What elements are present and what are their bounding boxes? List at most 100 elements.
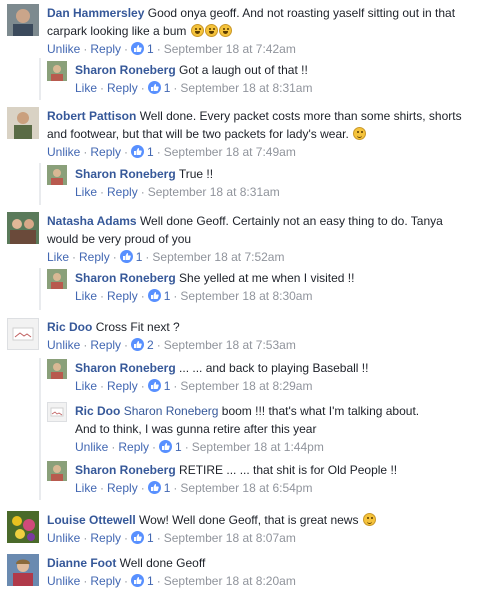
comment-text: Wow! Well done Geoff, that is great news bbox=[139, 513, 359, 527]
like-count[interactable]: 1 bbox=[175, 440, 182, 454]
unlike-link[interactable]: Like bbox=[47, 250, 69, 264]
unlike-link[interactable]: Unlike bbox=[47, 42, 80, 56]
reply-link[interactable]: Reply bbox=[90, 42, 121, 56]
commenter-name[interactable]: Dianne Foot bbox=[47, 556, 116, 570]
like-thumb-icon bbox=[119, 250, 133, 263]
comment-text: Well done. Every packet costs more than … bbox=[139, 109, 462, 123]
comment-text-cont: would be very proud of you bbox=[47, 232, 192, 246]
like-thumb-icon bbox=[131, 531, 145, 544]
laughing-emoji-icon bbox=[204, 24, 218, 37]
comment-text: boom !!! that's what I'm talking about. bbox=[221, 404, 420, 418]
reply-link[interactable]: Reply bbox=[107, 289, 138, 303]
avatar[interactable] bbox=[47, 359, 67, 379]
avatar[interactable] bbox=[7, 4, 39, 36]
commenter-name[interactable]: Sharon Roneberg bbox=[75, 167, 176, 181]
timestamp[interactable]: September 18 at 8:07am bbox=[164, 531, 296, 545]
timestamp[interactable]: September 18 at 7:49am bbox=[164, 145, 296, 159]
timestamp[interactable]: September 18 at 6:54pm bbox=[180, 481, 312, 495]
reply-link[interactable]: Reply bbox=[118, 440, 149, 454]
reply-link[interactable]: Reply bbox=[107, 81, 138, 95]
reply-thread-line bbox=[39, 358, 41, 500]
commenter-name[interactable]: Louise Ottewell bbox=[47, 513, 136, 527]
like-thumb-icon bbox=[147, 289, 161, 302]
like-thumb-icon bbox=[131, 574, 145, 587]
unlike-link[interactable]: Like bbox=[75, 289, 97, 303]
reply-link[interactable]: Reply bbox=[79, 250, 110, 264]
unlike-link[interactable]: Unlike bbox=[47, 574, 80, 588]
comment-text: Good onya geoff. And not roasting yaself… bbox=[147, 6, 456, 20]
unlike-link[interactable]: Unlike bbox=[47, 531, 80, 545]
comment-text: Got a laugh out of that !! bbox=[179, 63, 308, 77]
avatar[interactable] bbox=[7, 107, 39, 139]
reply-thread-line bbox=[39, 163, 41, 205]
avatar[interactable] bbox=[7, 318, 39, 350]
commenter-name[interactable]: Sharon Roneberg bbox=[75, 63, 176, 77]
comment-text: True !! bbox=[178, 167, 214, 181]
commenter-name[interactable]: Sharon Roneberg bbox=[75, 463, 176, 477]
avatar[interactable] bbox=[47, 165, 67, 185]
comment-text: Well done Geoff bbox=[119, 556, 206, 570]
unlike-link[interactable]: Like bbox=[75, 379, 97, 393]
unlike-link[interactable]: Like bbox=[75, 185, 97, 199]
smile-emoji-icon bbox=[353, 127, 367, 140]
avatar[interactable] bbox=[7, 511, 39, 543]
like-thumb-icon bbox=[147, 81, 161, 94]
comment-text: Well done Geoff. Certainly not an easy t… bbox=[139, 214, 443, 228]
commenter-name[interactable]: Ric Doo bbox=[75, 404, 120, 418]
commenter-name[interactable]: Robert Pattison bbox=[47, 109, 136, 123]
tagged-user-link[interactable]: Sharon Roneberg bbox=[124, 404, 219, 418]
comment-text-cont: and footwear, but that will be two packe… bbox=[47, 127, 349, 141]
timestamp[interactable]: September 18 at 8:31am bbox=[148, 185, 280, 199]
like-thumb-icon bbox=[159, 440, 173, 453]
like-count[interactable]: 1 bbox=[147, 531, 154, 545]
comment-text-cont: carpark looking like a bum bbox=[47, 24, 187, 38]
timestamp[interactable]: September 18 at 1:44pm bbox=[192, 440, 324, 454]
avatar[interactable] bbox=[47, 269, 67, 289]
comment-text: ... ... and back to playing Baseball !! bbox=[179, 361, 369, 375]
like-thumb-icon bbox=[131, 145, 145, 158]
avatar[interactable] bbox=[47, 61, 67, 81]
timestamp[interactable]: September 18 at 8:20am bbox=[164, 574, 296, 588]
reply-link[interactable]: Reply bbox=[90, 338, 121, 352]
commenter-name[interactable]: Dan Hammersley bbox=[47, 6, 144, 20]
unlike-link[interactable]: Unlike bbox=[75, 440, 108, 454]
timestamp[interactable]: September 18 at 7:42am bbox=[164, 42, 296, 56]
timestamp[interactable]: September 18 at 8:30am bbox=[180, 289, 312, 303]
like-count[interactable]: 1 bbox=[147, 42, 154, 56]
like-thumb-icon bbox=[147, 379, 161, 392]
reply-thread-line bbox=[39, 268, 41, 310]
reply-link[interactable]: Reply bbox=[90, 145, 121, 159]
unlike-link[interactable]: Unlike bbox=[47, 145, 80, 159]
timestamp[interactable]: September 18 at 8:31am bbox=[180, 81, 312, 95]
timestamp[interactable]: September 18 at 8:29am bbox=[180, 379, 312, 393]
reply-link[interactable]: Reply bbox=[90, 531, 121, 545]
reply-thread-line bbox=[39, 58, 41, 100]
timestamp[interactable]: September 18 at 7:53am bbox=[164, 338, 296, 352]
like-thumb-icon bbox=[147, 481, 161, 494]
reply-link[interactable]: Reply bbox=[107, 185, 138, 199]
comment-text: Cross Fit next ? bbox=[95, 320, 180, 334]
like-count[interactable]: 1 bbox=[147, 145, 154, 159]
commenter-name[interactable]: Natasha Adams bbox=[47, 214, 137, 228]
smile-emoji-icon bbox=[362, 513, 376, 526]
unlike-link[interactable]: Like bbox=[75, 81, 97, 95]
avatar[interactable] bbox=[47, 402, 67, 422]
commenter-name[interactable]: Sharon Roneberg bbox=[75, 271, 176, 285]
like-count[interactable]: 2 bbox=[147, 338, 154, 352]
reply-link[interactable]: Reply bbox=[90, 574, 121, 588]
avatar[interactable] bbox=[7, 554, 39, 586]
comment-text-cont: And to think, I was gunna retire after t… bbox=[75, 422, 317, 436]
like-thumb-icon bbox=[131, 42, 145, 55]
unlike-link[interactable]: Unlike bbox=[47, 338, 80, 352]
reply-link[interactable]: Reply bbox=[107, 481, 138, 495]
laughing-emoji-icon bbox=[190, 24, 204, 37]
timestamp[interactable]: September 18 at 7:52am bbox=[152, 250, 284, 264]
unlike-link[interactable]: Like bbox=[75, 481, 97, 495]
comment-text: She yelled at me when I visited !! bbox=[179, 271, 355, 285]
commenter-name[interactable]: Sharon Roneberg bbox=[75, 361, 176, 375]
like-count[interactable]: 1 bbox=[147, 574, 154, 588]
reply-link[interactable]: Reply bbox=[107, 379, 138, 393]
avatar[interactable] bbox=[7, 212, 39, 244]
avatar[interactable] bbox=[47, 461, 67, 481]
commenter-name[interactable]: Ric Doo bbox=[47, 320, 92, 334]
